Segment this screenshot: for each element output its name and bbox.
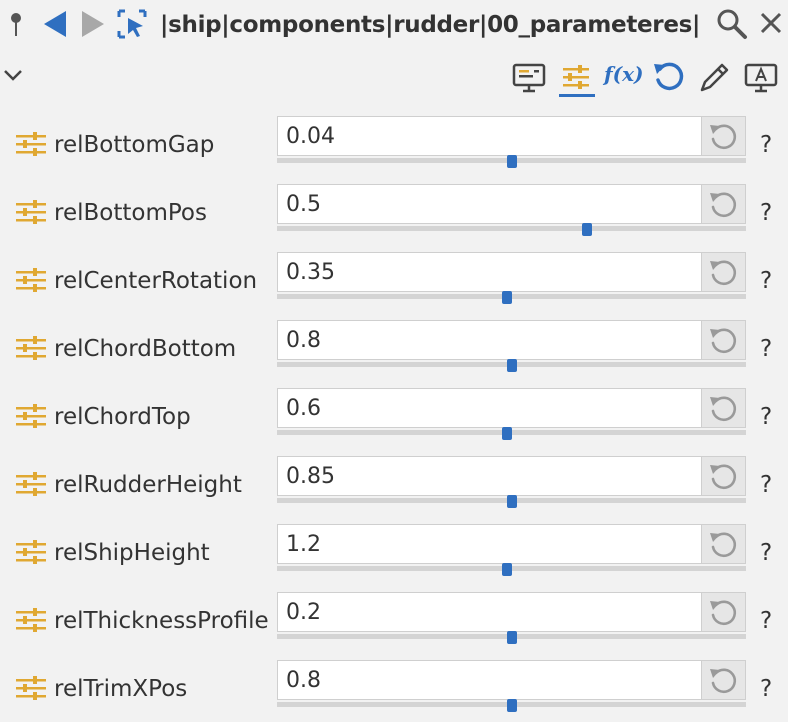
parameter-row: relRudderHeight? <box>0 450 788 518</box>
reset-icon <box>710 600 737 626</box>
parameter-reset-button[interactable] <box>702 456 746 496</box>
parameter-value-input[interactable] <box>277 320 702 360</box>
chevron-down-icon[interactable] <box>2 64 24 86</box>
reset-icon[interactable] <box>652 60 686 94</box>
parameter-slider-track[interactable] <box>277 226 746 231</box>
parameter-slider-thumb[interactable] <box>506 155 517 168</box>
fx-icon[interactable]: f(x) <box>604 60 643 88</box>
parameter-name: relChordTop <box>54 404 191 430</box>
parameter-name: relRudderHeight <box>54 472 242 498</box>
parameter-value-input[interactable] <box>277 252 702 292</box>
breadcrumb-path: |ship|components|rudder|00_parameteres| <box>160 12 701 38</box>
parameter-sliders-icon <box>16 200 46 224</box>
parameter-help-button[interactable]: ? <box>760 606 772 636</box>
reset-icon <box>710 124 737 150</box>
parameter-value-input[interactable] <box>277 524 702 564</box>
parameter-slider-thumb[interactable] <box>501 563 512 576</box>
parameter-name: relThicknessProfile <box>54 608 269 634</box>
parameter-reset-button[interactable] <box>702 252 746 292</box>
reset-icon <box>710 260 737 286</box>
parameter-sliders-icon <box>16 336 46 360</box>
parameter-slider-thumb[interactable] <box>506 699 517 712</box>
parameter-value-input[interactable] <box>277 456 702 496</box>
parameter-reset-button[interactable] <box>702 592 746 632</box>
parameter-sliders-icon <box>16 404 46 428</box>
parameter-sliders-icon <box>16 676 46 700</box>
parameter-sliders-icon <box>16 268 46 292</box>
back-arrow-icon[interactable] <box>42 9 68 39</box>
parameter-row: relCenterRotation? <box>0 246 788 314</box>
label-icon[interactable] <box>744 62 778 94</box>
parameter-slider-thumb[interactable] <box>581 223 592 236</box>
parameter-sliders-icon <box>16 608 46 632</box>
parameter-help-button[interactable]: ? <box>760 130 772 160</box>
parameter-help-button[interactable]: ? <box>760 198 772 228</box>
parameter-reset-button[interactable] <box>702 524 746 564</box>
pencil-icon[interactable] <box>696 60 732 96</box>
parameter-value-input[interactable] <box>277 184 702 224</box>
parameter-row: relThicknessProfile? <box>0 586 788 654</box>
reset-icon <box>710 328 737 354</box>
parameter-row: relTrimXPos? <box>0 654 788 722</box>
parameter-sliders-icon <box>16 132 46 156</box>
reset-icon <box>710 668 737 694</box>
pin-icon[interactable] <box>6 10 26 40</box>
parameter-slider-thumb[interactable] <box>506 359 517 372</box>
parameter-slider-thumb[interactable] <box>501 291 512 304</box>
top-bar: |ship|components|rudder|00_parameteres| <box>0 0 788 50</box>
parameter-value-input[interactable] <box>277 116 702 156</box>
sliders-icon[interactable] <box>558 60 596 98</box>
parameter-help-button[interactable]: ? <box>760 674 772 704</box>
parameter-name: relBottomGap <box>54 132 215 158</box>
parameter-value-input[interactable] <box>277 660 702 700</box>
reset-icon <box>710 464 737 490</box>
toolbar: f(x) <box>0 56 788 98</box>
parameter-name: relShipHeight <box>54 540 210 566</box>
parameter-help-button[interactable]: ? <box>760 538 772 568</box>
parameter-value-input[interactable] <box>277 388 702 428</box>
parameter-help-button[interactable]: ? <box>760 470 772 500</box>
parameter-slider-thumb[interactable] <box>506 495 517 508</box>
parameter-row: relChordBottom? <box>0 314 788 382</box>
parameter-reset-button[interactable] <box>702 116 746 156</box>
select-cursor-icon[interactable] <box>116 8 148 40</box>
parameter-reset-button[interactable] <box>702 184 746 224</box>
parameter-sliders-icon <box>16 540 46 564</box>
parameter-name: relChordBottom <box>54 336 237 362</box>
parameter-row: relChordTop? <box>0 382 788 450</box>
parameter-row: relBottomPos? <box>0 178 788 246</box>
parameter-reset-button[interactable] <box>702 320 746 360</box>
reset-icon <box>710 532 737 558</box>
parameter-help-button[interactable]: ? <box>760 266 772 296</box>
parameter-sliders-icon <box>16 472 46 496</box>
reset-icon <box>710 192 737 218</box>
parameter-value-input[interactable] <box>277 592 702 632</box>
parameter-slider-thumb[interactable] <box>501 427 512 440</box>
parameter-row: relShipHeight? <box>0 518 788 586</box>
parameter-name: relCenterRotation <box>54 268 258 294</box>
search-icon[interactable] <box>716 8 748 40</box>
parameter-slider-thumb[interactable] <box>506 631 517 644</box>
parameter-help-button[interactable]: ? <box>760 334 772 364</box>
parameter-row: relBottomGap? <box>0 110 788 178</box>
parameter-help-button[interactable]: ? <box>760 402 772 432</box>
monitor-icon[interactable] <box>512 62 546 94</box>
forward-arrow-icon[interactable] <box>80 9 106 39</box>
parameter-reset-button[interactable] <box>702 660 746 700</box>
parameter-reset-button[interactable] <box>702 388 746 428</box>
parameter-name: relBottomPos <box>54 200 207 226</box>
parameter-name: relTrimXPos <box>54 676 188 702</box>
reset-icon <box>710 396 737 422</box>
close-icon[interactable] <box>758 9 784 37</box>
